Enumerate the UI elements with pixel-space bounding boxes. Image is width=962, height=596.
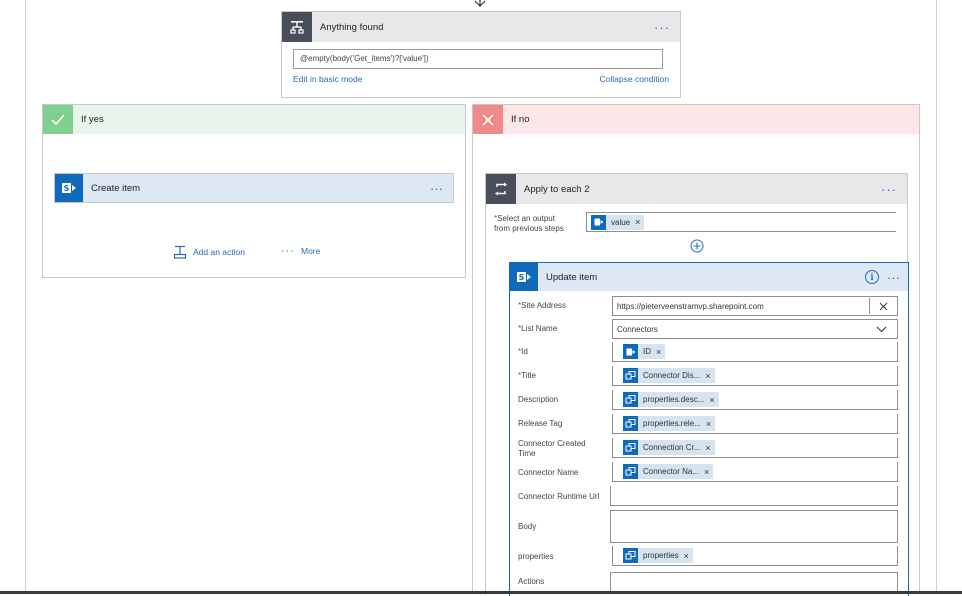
remove-token-icon[interactable]: ×: [705, 443, 710, 453]
list-name-label: *List Name: [518, 324, 558, 333]
select-output-label: *Select an output from previous steps: [494, 214, 564, 233]
actions-label: Actions: [518, 577, 545, 586]
chevron-down-icon: [876, 326, 887, 332]
title-input[interactable]: Connector Dis... ×: [612, 366, 898, 386]
dynamic-content-icon: [623, 416, 638, 431]
id-label: *Id: [518, 347, 528, 356]
apply-to-each-more-button[interactable]: ···: [881, 183, 897, 196]
id-input[interactable]: ID ×: [612, 342, 898, 362]
svg-text:S: S: [519, 273, 525, 282]
connector-name-input[interactable]: Connector Na... ×: [612, 462, 898, 482]
properties-token[interactable]: properties ×: [623, 548, 693, 563]
canvas-right-rail: [936, 0, 937, 594]
plus-circle-icon[interactable]: [690, 239, 704, 253]
connector-created-time-label: Connector Created Time: [518, 439, 586, 458]
if-yes-title: If yes: [81, 114, 104, 125]
remove-token-icon[interactable]: ×: [704, 467, 709, 477]
apply-to-each-title: Apply to each 2: [524, 183, 590, 195]
update-item-card: S Update item i ··· *Site Address https:…: [509, 262, 909, 596]
connector-name-label: Connector Name: [518, 468, 579, 477]
if-yes-branch: If yes S Create item ··· Add an action ·…: [42, 104, 466, 278]
if-no-header[interactable]: If no: [473, 105, 919, 134]
remove-token-icon[interactable]: ×: [705, 371, 710, 381]
check-icon: [43, 105, 73, 134]
arrow-down-icon: [474, 0, 486, 7]
description-input[interactable]: properties.desc... ×: [612, 390, 898, 410]
add-action-label: Add an action: [193, 247, 245, 257]
description-label: Description: [518, 395, 559, 404]
canvas-left-rail: [25, 0, 26, 594]
connector-name-token[interactable]: Connector Na... ×: [623, 464, 714, 479]
create-item-more-button[interactable]: ···: [430, 181, 443, 196]
created-time-token[interactable]: Connection Cr... ×: [623, 440, 715, 455]
svg-text:S: S: [64, 184, 70, 193]
remove-token-icon[interactable]: ×: [656, 347, 661, 357]
if-no-branch: If no Apply to each 2 ··· *Select an out…: [472, 104, 920, 596]
body-label: Body: [518, 522, 537, 531]
condition-title: Anything found: [320, 21, 384, 33]
connector-runtime-url-input[interactable]: [610, 486, 898, 506]
remove-token-icon[interactable]: ×: [684, 551, 689, 561]
create-item-card[interactable]: S Create item ···: [54, 173, 454, 203]
release-tag-input[interactable]: properties.rele... ×: [612, 414, 898, 434]
apply-to-each-header[interactable]: Apply to each 2 ···: [486, 174, 907, 204]
release-tag-label: Release Tag: [518, 419, 563, 428]
title-label: *Title: [518, 371, 536, 380]
properties-input[interactable]: properties ×: [612, 546, 898, 566]
sharepoint-icon: S: [55, 174, 83, 202]
clear-icon[interactable]: [869, 298, 897, 314]
connector-runtime-url-label: Connector Runtime Url: [518, 492, 600, 501]
collapse-condition-link[interactable]: Collapse condition: [600, 74, 669, 84]
create-item-title: Create item: [91, 182, 141, 194]
dynamic-content-icon: [623, 392, 638, 407]
dynamic-content-icon: [623, 440, 638, 455]
dynamic-content-icon: [623, 548, 638, 563]
update-item-more-button[interactable]: ···: [887, 270, 900, 285]
site-address-label: *Site Address: [518, 301, 567, 310]
cross-icon: [473, 105, 503, 134]
release-tag-token[interactable]: properties.rele... ×: [623, 416, 716, 431]
apply-to-each-card: Apply to each 2 ··· *Select an output fr…: [485, 173, 909, 596]
if-no-title: If no: [511, 114, 530, 125]
id-token[interactable]: ID ×: [623, 344, 666, 359]
condition-more-button[interactable]: ···: [654, 21, 670, 34]
condition-header[interactable]: Anything found ···: [282, 12, 680, 42]
properties-label: properties: [518, 552, 554, 561]
dynamic-content-icon: [623, 368, 638, 383]
condition-expression-input[interactable]: @empty(body('Get_items')?['value']): [293, 49, 663, 69]
sharepoint-icon: S: [510, 263, 538, 291]
more-dots-icon: ···: [281, 245, 295, 257]
info-icon[interactable]: i: [865, 270, 879, 284]
sharepoint-icon: [591, 214, 606, 230]
sharepoint-icon: [623, 344, 638, 359]
select-output-input[interactable]: value ×: [586, 212, 896, 232]
condition-card: Anything found ··· @empty(body('Get_item…: [281, 11, 681, 98]
add-action-icon: [173, 245, 187, 259]
value-token[interactable]: value ×: [591, 214, 645, 230]
remove-token-icon[interactable]: ×: [706, 419, 711, 429]
remove-token-icon[interactable]: ×: [635, 217, 640, 227]
more-button[interactable]: ··· More: [281, 245, 320, 257]
dynamic-content-icon: [623, 464, 638, 479]
site-address-input[interactable]: https://pieterveenstramvp.sharepoint.com: [612, 296, 898, 316]
update-item-header[interactable]: S Update item i ···: [510, 263, 908, 291]
add-action-button[interactable]: Add an action: [173, 245, 245, 259]
condition-icon: [282, 12, 312, 42]
description-token[interactable]: properties.desc... ×: [623, 392, 719, 407]
if-yes-header[interactable]: If yes: [43, 105, 465, 134]
connector-created-time-input[interactable]: Connection Cr... ×: [612, 438, 898, 458]
update-item-title: Update item: [546, 271, 598, 283]
edit-basic-mode-link[interactable]: Edit in basic mode: [293, 74, 362, 84]
remove-token-icon[interactable]: ×: [709, 395, 714, 405]
title-token[interactable]: Connector Dis... ×: [623, 368, 715, 383]
body-input[interactable]: [610, 510, 898, 543]
loop-icon: [486, 174, 516, 204]
list-name-dropdown[interactable]: Connectors: [612, 319, 898, 339]
actions-input[interactable]: [610, 572, 898, 592]
more-label: More: [301, 246, 321, 256]
